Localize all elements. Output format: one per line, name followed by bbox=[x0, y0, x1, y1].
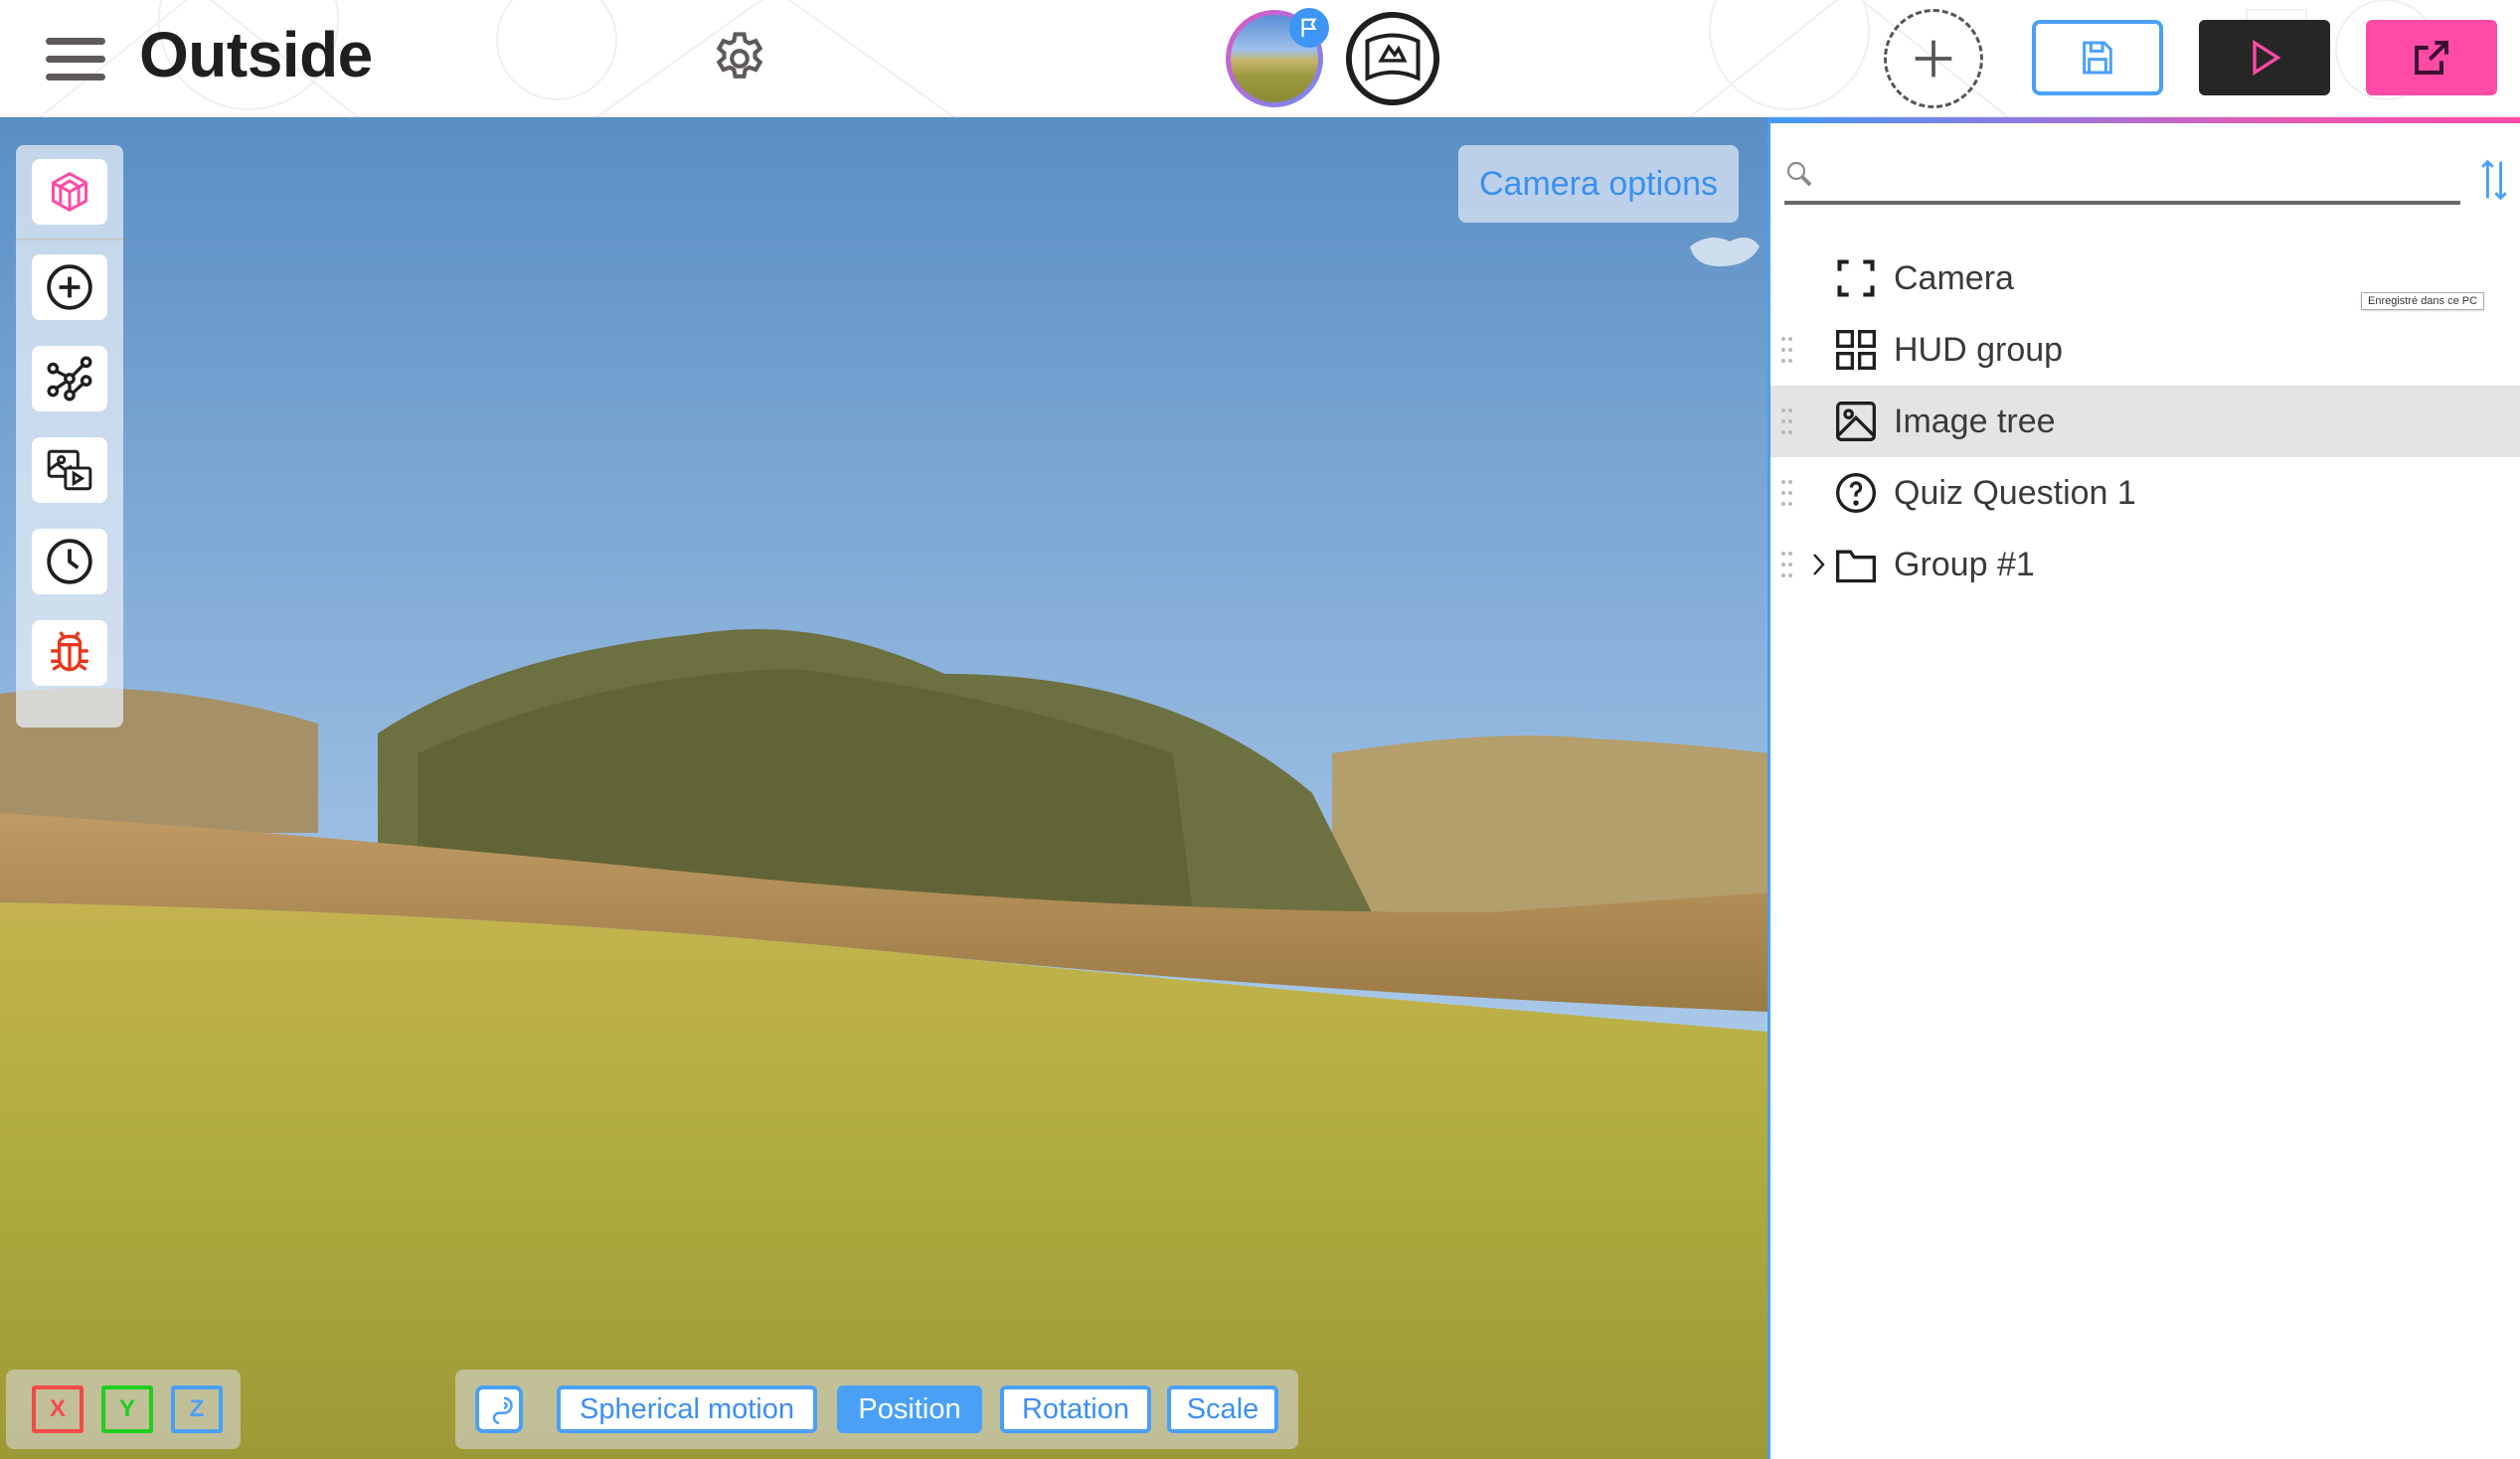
add-button[interactable] bbox=[1884, 9, 1983, 108]
bug-icon bbox=[51, 631, 88, 672]
toolbar-button-add[interactable] bbox=[32, 254, 107, 320]
external-link-icon bbox=[2415, 41, 2448, 75]
mode-position[interactable]: Position bbox=[837, 1385, 982, 1433]
tree-item-quiz-question-1[interactable]: Quiz Question 1 bbox=[1770, 457, 2520, 529]
toolbar-button-3d-object[interactable] bbox=[32, 159, 107, 225]
tree-item-label: Image tree bbox=[1894, 402, 2056, 440]
transform-mode-bar: Spherical motion Position Rotation Scale bbox=[455, 1370, 1298, 1449]
image-icon bbox=[1836, 402, 1876, 441]
cube-icon bbox=[52, 171, 87, 213]
drag-handle-icon[interactable] bbox=[1780, 479, 1794, 507]
drag-handle-icon[interactable] bbox=[1780, 336, 1794, 364]
scene-tree-panel: Enregistré dans ce PC Camera HUD group I… bbox=[1767, 123, 2520, 1459]
tree-item-hud-group[interactable]: HUD group bbox=[1770, 314, 2520, 386]
hamburger-line bbox=[46, 56, 105, 63]
gear-icon[interactable] bbox=[709, 28, 770, 89]
drag-handle-icon[interactable] bbox=[1780, 407, 1794, 435]
grid-icon bbox=[1836, 330, 1876, 370]
axis-toggle-bar: X Y Z bbox=[6, 1370, 241, 1449]
toolbar-button-debug[interactable] bbox=[32, 620, 107, 686]
search-icon bbox=[1786, 161, 1812, 187]
search-field bbox=[1784, 153, 2460, 205]
toolbar-button-graph[interactable] bbox=[32, 346, 107, 411]
question-circle-icon bbox=[1836, 473, 1876, 513]
project-title: Outside bbox=[139, 19, 373, 90]
play-icon bbox=[2253, 39, 2281, 77]
folder-icon bbox=[1836, 550, 1876, 583]
plus-icon bbox=[1915, 40, 1952, 78]
mode-scale[interactable]: Scale bbox=[1167, 1385, 1278, 1433]
magnet-icon bbox=[492, 1396, 513, 1424]
toolbar-button-media[interactable] bbox=[32, 437, 107, 503]
plus-circle-icon bbox=[47, 264, 92, 310]
tree-item-group-1[interactable]: Group #1 bbox=[1770, 529, 2520, 600]
menu-button[interactable] bbox=[46, 38, 107, 81]
scene-thumbnail[interactable] bbox=[1226, 8, 1329, 107]
camera-options-button[interactable]: Camera options bbox=[1458, 145, 1739, 223]
mode-rotation[interactable]: Rotation bbox=[1000, 1385, 1151, 1433]
sort-arrows-icon[interactable] bbox=[2478, 159, 2510, 201]
clock-icon bbox=[47, 539, 92, 584]
search-input[interactable] bbox=[1824, 153, 2456, 201]
mode-spherical-motion[interactable]: Spherical motion bbox=[557, 1385, 817, 1433]
node-graph-icon bbox=[47, 356, 92, 402]
tree-item-image-tree[interactable]: Image tree bbox=[1770, 386, 2520, 457]
hamburger-menu-icon bbox=[46, 38, 105, 45]
scene-viewport[interactable]: Camera options X Y Z Spherical motion Po… bbox=[0, 117, 1767, 1459]
flag-icon bbox=[1289, 8, 1329, 48]
scene-tree: Camera HUD group Image tree Quiz Questio… bbox=[1770, 243, 2520, 600]
axis-z-toggle[interactable]: Z bbox=[171, 1385, 223, 1433]
tree-item-label: HUD group bbox=[1894, 330, 2064, 369]
floppy-disk-icon bbox=[2083, 41, 2112, 75]
vr-panorama-icon[interactable] bbox=[1344, 10, 1441, 107]
axis-y-toggle[interactable]: Y bbox=[101, 1385, 153, 1433]
image-video-icon bbox=[47, 449, 92, 491]
camera-frame-icon bbox=[1837, 259, 1875, 297]
play-button[interactable] bbox=[2199, 20, 2330, 95]
tree-item-camera[interactable]: Camera bbox=[1770, 243, 2520, 314]
tree-item-label: Group #1 bbox=[1894, 545, 2035, 583]
chevron-right-icon[interactable] bbox=[1808, 551, 1828, 578]
export-button[interactable] bbox=[2366, 20, 2497, 95]
hamburger-line bbox=[46, 74, 105, 81]
save-button[interactable] bbox=[2032, 20, 2163, 95]
axis-x-toggle[interactable]: X bbox=[32, 1385, 84, 1433]
panorama-image bbox=[0, 117, 1767, 1459]
toolbar-divider bbox=[16, 239, 123, 241]
app-header: Outside bbox=[0, 0, 2520, 117]
tree-item-label: Quiz Question 1 bbox=[1894, 473, 2136, 512]
left-toolbar bbox=[16, 145, 123, 728]
tree-item-label: Camera bbox=[1894, 258, 2014, 297]
drag-handle-icon[interactable] bbox=[1780, 551, 1794, 578]
snap-button[interactable] bbox=[475, 1385, 523, 1433]
toolbar-button-history[interactable] bbox=[32, 529, 107, 594]
